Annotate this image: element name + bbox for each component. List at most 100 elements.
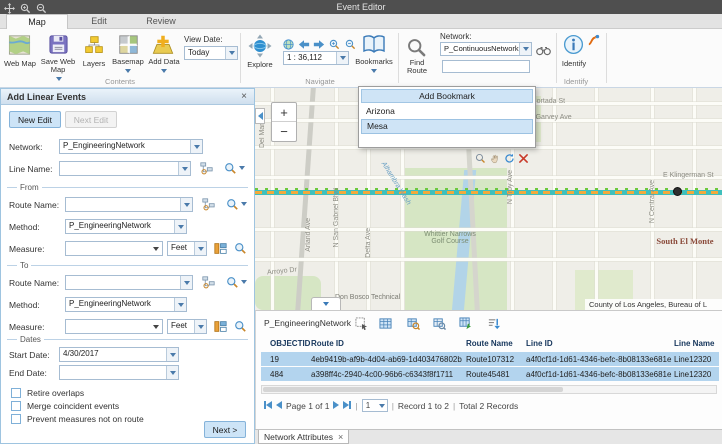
basemap-caret-icon[interactable]: [125, 69, 131, 73]
to-select-route-on-map-icon[interactable]: [201, 275, 215, 289]
layers-button[interactable]: Layers: [76, 60, 112, 68]
prevent-measures-checkbox[interactable]: [11, 414, 21, 424]
network-select[interactable]: P_EngineeringNetwork: [59, 139, 203, 154]
basemap-button[interactable]: Basemap: [108, 58, 148, 66]
to-route-name-caret-icon[interactable]: [180, 276, 192, 289]
to-measure-caret-icon[interactable]: [153, 325, 159, 329]
identify-route-icon[interactable]: [588, 33, 600, 51]
from-unit-select[interactable]: Feet: [167, 241, 207, 256]
pan-to-selection-icon[interactable]: [432, 316, 446, 330]
add-data-caret-icon[interactable]: [161, 69, 167, 73]
collapse-table-button[interactable]: [311, 297, 341, 310]
panel-close-icon[interactable]: ×: [238, 89, 250, 105]
from-method-select[interactable]: P_EngineeringNetwork: [65, 219, 187, 234]
collapse-panel-button[interactable]: [255, 108, 265, 124]
from-measure-zoom-icon[interactable]: [233, 241, 247, 255]
find-route-network-caret-icon[interactable]: [519, 43, 531, 55]
sort-records-icon[interactable]: [486, 316, 500, 330]
retire-overlaps-checkbox[interactable]: [11, 388, 21, 398]
merge-coincident-checkbox[interactable]: [11, 401, 21, 411]
identify-icon[interactable]: [563, 34, 584, 60]
new-edit-button[interactable]: New Edit: [9, 111, 61, 128]
line-name-caret-icon[interactable]: [178, 162, 190, 175]
line-zoom-caret-icon[interactable]: [239, 166, 245, 170]
table-horizontal-scrollbar[interactable]: [261, 385, 717, 394]
column-header[interactable]: Route Name: [466, 339, 526, 348]
scrollbar-thumb[interactable]: [263, 387, 563, 392]
tab-review[interactable]: Review: [130, 14, 192, 29]
add-data-button[interactable]: Add Data: [146, 58, 182, 66]
to-route-zoom-icon[interactable]: [225, 275, 239, 289]
pan-to-bookmark-icon[interactable]: [490, 153, 500, 168]
tab-map[interactable]: Map: [6, 14, 68, 29]
bookmarks-button[interactable]: Bookmarks: [352, 58, 396, 66]
add-bookmark-button[interactable]: Add Bookmark: [361, 89, 533, 103]
save-web-map-button[interactable]: Save Web Map: [40, 58, 76, 74]
from-method-caret-icon[interactable]: [174, 220, 186, 233]
layers-icon[interactable]: [84, 35, 104, 60]
next-button[interactable]: Next >: [204, 421, 246, 438]
tab-close-icon[interactable]: ×: [338, 432, 343, 442]
bookmarks-caret-icon[interactable]: [371, 69, 377, 73]
from-measure-on-map-icon[interactable]: [213, 241, 227, 255]
tab-network-attributes[interactable]: Network Attributes ×: [258, 430, 349, 444]
start-date-caret-icon[interactable]: [166, 348, 178, 361]
map-zoom-out-button[interactable]: −: [272, 122, 296, 141]
column-header[interactable]: OBJECTID: [261, 339, 311, 348]
from-measure-input[interactable]: [65, 241, 163, 256]
delete-bookmark-icon[interactable]: [519, 154, 528, 167]
explore-button[interactable]: Explore: [244, 61, 276, 69]
next-edit-button[interactable]: Next Edit: [65, 111, 117, 128]
last-page-button[interactable]: [343, 401, 351, 411]
from-unit-caret-icon[interactable]: [194, 242, 206, 255]
from-route-zoom-caret-icon[interactable]: [241, 202, 247, 206]
column-header[interactable]: Line Name: [674, 339, 719, 348]
find-route-input[interactable]: [442, 60, 530, 73]
scale-caret-icon[interactable]: [336, 52, 348, 64]
map-zoom-in-button[interactable]: +: [272, 103, 296, 122]
table-row[interactable]: 484 a398ff4c-2940-4c00-96b6-c6343f8f1711…: [261, 367, 719, 381]
web-map-button[interactable]: Web Map: [0, 60, 40, 68]
to-unit-caret-icon[interactable]: [194, 320, 206, 333]
select-line-on-map-icon[interactable]: [199, 161, 213, 175]
from-route-name-caret-icon[interactable]: [180, 198, 192, 211]
from-measure-caret-icon[interactable]: [153, 247, 159, 251]
find-route-button[interactable]: FindRoute: [402, 59, 432, 75]
column-header[interactable]: Route ID: [311, 339, 466, 348]
bookmark-item-arizona[interactable]: Arizona: [361, 105, 533, 118]
select-records-icon[interactable]: [354, 316, 368, 330]
table-row[interactable]: 19 4eb9419b-af9b-4d04-ab69-1d403476802b …: [261, 352, 719, 366]
from-route-name-select[interactable]: [65, 197, 193, 212]
previous-page-button[interactable]: [276, 401, 282, 411]
network-caret-icon[interactable]: [190, 140, 202, 153]
identify-button[interactable]: Identify: [556, 60, 592, 68]
from-route-zoom-icon[interactable]: [225, 197, 239, 211]
to-method-select[interactable]: P_EngineeringNetwork: [65, 297, 187, 312]
to-unit-select[interactable]: Feet: [167, 319, 207, 334]
view-date-caret-icon[interactable]: [225, 47, 237, 59]
line-zoom-icon[interactable]: [223, 161, 237, 175]
to-measure-zoom-icon[interactable]: [233, 319, 247, 333]
to-measure-on-map-icon[interactable]: [213, 319, 227, 333]
zoom-to-selection-icon[interactable]: [406, 316, 420, 330]
bookmark-item-mesa[interactable]: Mesa: [361, 119, 533, 134]
line-name-select[interactable]: [59, 161, 191, 176]
column-header[interactable]: Line ID: [526, 339, 674, 348]
show-table-icon[interactable]: [378, 316, 392, 330]
zoom-to-bookmark-icon[interactable]: [475, 153, 486, 168]
explore-icon[interactable]: [248, 34, 272, 63]
to-measure-input[interactable]: [65, 319, 163, 334]
to-route-zoom-caret-icon[interactable]: [241, 280, 247, 284]
binoculars-icon[interactable]: [536, 43, 551, 61]
end-date-select[interactable]: [59, 365, 179, 380]
first-page-button[interactable]: [264, 401, 272, 411]
page-number-select[interactable]: 1: [362, 399, 388, 412]
to-method-caret-icon[interactable]: [174, 298, 186, 311]
update-bookmark-icon[interactable]: [504, 153, 515, 168]
from-select-route-on-map-icon[interactable]: [201, 197, 215, 211]
next-page-button[interactable]: [333, 401, 339, 411]
export-records-icon[interactable]: [458, 316, 472, 330]
view-date-select[interactable]: Today: [184, 46, 238, 60]
scale-select[interactable]: 1 : 36,112: [283, 51, 349, 65]
find-route-network-select[interactable]: P_ContinuousNetwork: [440, 42, 532, 56]
